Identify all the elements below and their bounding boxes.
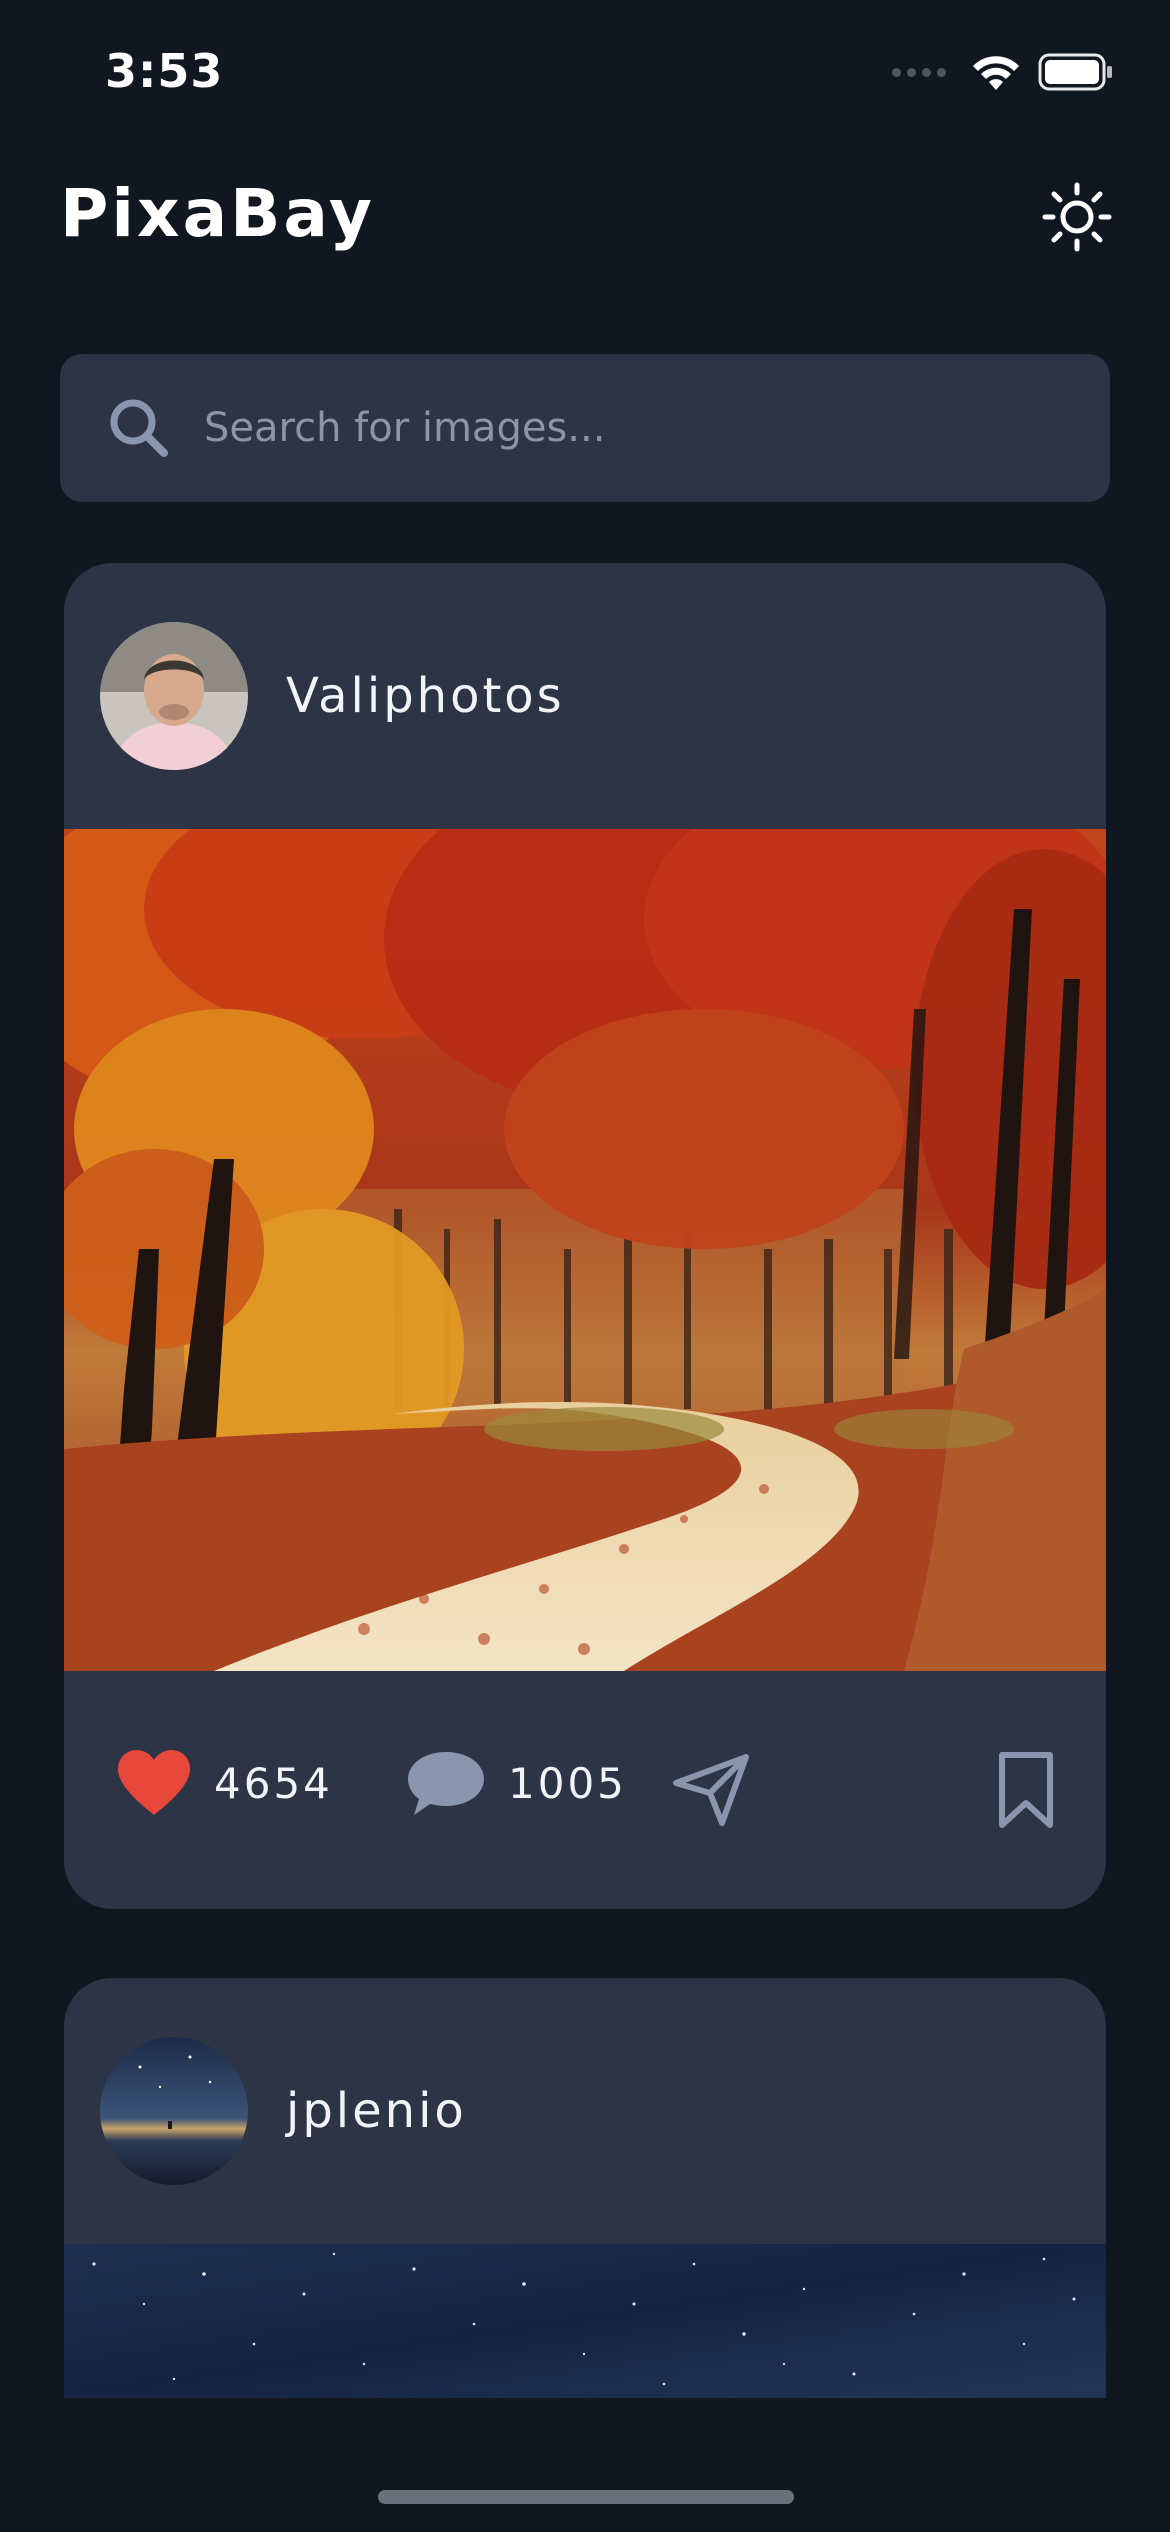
post-photo[interactable] — [64, 2244, 1106, 2398]
post-photo[interactable] — [64, 829, 1106, 1671]
status-icons — [892, 52, 1114, 92]
theme-toggle-button[interactable] — [1042, 182, 1112, 252]
search-icon — [110, 399, 168, 457]
like-count: 4654 — [214, 1758, 333, 1808]
comment-count: 1005 — [508, 1758, 627, 1808]
wifi-icon — [973, 56, 1019, 90]
post-card: jplenio — [64, 1978, 1106, 2398]
like-button[interactable]: 4654 — [116, 1749, 333, 1817]
cellular-signal-icon — [892, 67, 946, 77]
comment-icon — [408, 1752, 484, 1815]
app-title: PixaBay — [60, 175, 375, 252]
heart-icon — [118, 1750, 190, 1815]
author-name[interactable]: jplenio — [286, 2083, 467, 2139]
avatar[interactable] — [100, 2037, 248, 2185]
battery-icon — [1038, 53, 1112, 91]
bookmark-button[interactable] — [998, 1751, 1054, 1829]
post-header: Valiphotos — [64, 563, 1106, 829]
comment-button[interactable]: 1005 — [406, 1749, 627, 1817]
app-screen: 3:53 PixaBay Search for images... Valiph… — [0, 0, 1170, 2532]
post-header: jplenio — [64, 1978, 1106, 2244]
sun-icon — [1042, 182, 1112, 252]
avatar[interactable] — [100, 622, 248, 770]
send-icon — [673, 1754, 749, 1826]
search-input[interactable] — [202, 377, 1110, 479]
search-bar[interactable] — [60, 354, 1110, 502]
post-card: Valiphotos 4654 1005 — [64, 563, 1106, 1909]
post-actions: 4654 1005 — [64, 1671, 1106, 1909]
home-indicator[interactable] — [378, 2490, 794, 2504]
bookmark-icon — [999, 1752, 1053, 1828]
author-name[interactable]: Valiphotos — [286, 668, 565, 724]
share-button[interactable] — [672, 1753, 750, 1827]
status-time: 3:53 — [105, 44, 224, 98]
